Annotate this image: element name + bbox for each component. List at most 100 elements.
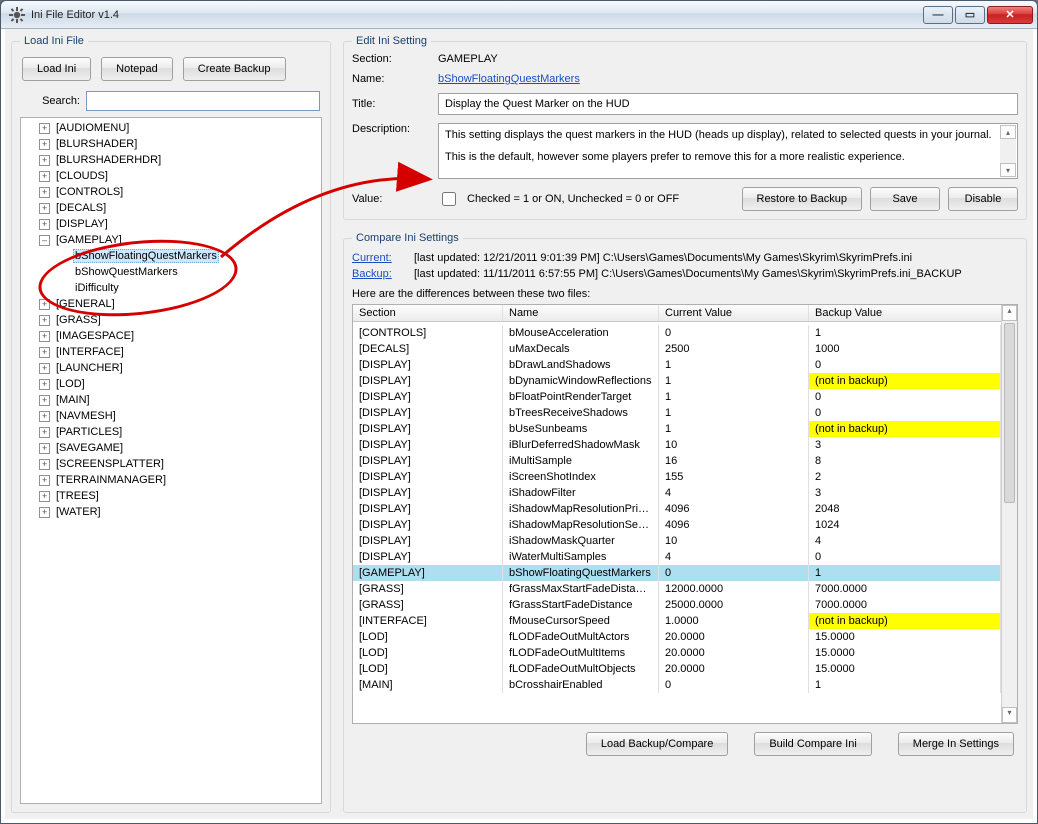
tree-expander-icon[interactable]: +: [39, 187, 50, 198]
tree-item[interactable]: +[TREES]: [21, 488, 321, 504]
tree-expander-icon[interactable]: +: [39, 347, 50, 358]
tree-expander-icon[interactable]: +: [39, 379, 50, 390]
tree-item[interactable]: +[IMAGESPACE]: [21, 328, 321, 344]
tree-expander-icon[interactable]: +: [39, 219, 50, 230]
tree-item[interactable]: +[GENERAL]: [21, 296, 321, 312]
table-row[interactable]: [GRASS]fGrassStartFadeDistance25000.0000…: [353, 597, 1001, 613]
diff-table[interactable]: Section Name Current Value Backup Value …: [352, 304, 1018, 724]
tree-item[interactable]: +[DECALS]: [21, 200, 321, 216]
tree-item[interactable]: +[MAIN]: [21, 392, 321, 408]
maximize-button[interactable]: ▭: [955, 6, 985, 24]
tree-item[interactable]: +[WATER]: [21, 504, 321, 520]
tree-item[interactable]: +[SCREENSPLATTER]: [21, 456, 321, 472]
table-row[interactable]: [DISPLAY]iScreenShotIndex1552: [353, 469, 1001, 485]
tree-expander-icon[interactable]: +: [39, 315, 50, 326]
table-row[interactable]: [MAIN]bCrosshairEnabled01: [353, 677, 1001, 693]
tree-expander-icon[interactable]: +: [39, 411, 50, 422]
current-file-link[interactable]: Current:: [352, 252, 408, 264]
tree-expander-icon[interactable]: +: [39, 491, 50, 502]
table-scrollbar[interactable]: ▴ ▾: [1001, 305, 1017, 723]
tree-expander-icon[interactable]: +: [39, 459, 50, 470]
table-row[interactable]: [DISPLAY]bUseSunbeams1(not in backup): [353, 421, 1001, 437]
table-row[interactable]: [DISPLAY]iWaterMultiSamples40: [353, 549, 1001, 565]
tree-item[interactable]: +[DISPLAY]: [21, 216, 321, 232]
table-row[interactable]: [DISPLAY]bDrawLandShadows10: [353, 357, 1001, 373]
close-button[interactable]: ✕: [987, 6, 1033, 24]
table-row[interactable]: [DISPLAY]bFloatPointRenderTarget10: [353, 389, 1001, 405]
title-input[interactable]: [438, 93, 1018, 115]
scroll-thumb[interactable]: [1004, 323, 1015, 503]
tree-expander-icon[interactable]: +: [39, 171, 50, 182]
merge-in-settings-button[interactable]: Merge In Settings: [898, 732, 1014, 756]
table-row[interactable]: [GRASS]fGrassMaxStartFadeDistance12000.0…: [353, 581, 1001, 597]
tree-item[interactable]: bShowFloatingQuestMarkers: [21, 248, 321, 264]
table-row[interactable]: [LOD]fLODFadeOutMultItems20.000015.0000: [353, 645, 1001, 661]
col-header-name[interactable]: Name: [503, 305, 659, 321]
notepad-button[interactable]: Notepad: [101, 57, 173, 81]
load-ini-button[interactable]: Load Ini: [22, 57, 91, 81]
tree-expander-icon[interactable]: –: [39, 235, 50, 246]
tree-expander-icon[interactable]: +: [39, 123, 50, 134]
ini-tree[interactable]: +[AUDIOMENU]+[BLURSHADER]+[BLURSHADERHDR…: [20, 117, 322, 804]
tree-item[interactable]: +[AUDIOMENU]: [21, 120, 321, 136]
tree-expander-icon[interactable]: +: [39, 139, 50, 150]
tree-expander-icon[interactable]: +: [39, 155, 50, 166]
load-backup-compare-button[interactable]: Load Backup/Compare: [586, 732, 729, 756]
table-row[interactable]: [DECALS]uMaxDecals25001000: [353, 341, 1001, 357]
search-input[interactable]: [86, 91, 320, 111]
diff-table-header[interactable]: Section Name Current Value Backup Value: [353, 305, 1017, 322]
table-row[interactable]: [LOD]fLODFadeOutMultObjects20.000015.000…: [353, 661, 1001, 677]
scroll-down-icon[interactable]: ▾: [1002, 707, 1017, 723]
tree-expander-icon[interactable]: +: [39, 427, 50, 438]
col-header-current[interactable]: Current Value: [659, 305, 809, 321]
table-row[interactable]: [DISPLAY]iShadowMapResolutionPrim...4096…: [353, 501, 1001, 517]
value-checkbox[interactable]: [442, 192, 456, 206]
scroll-up-icon[interactable]: ▴: [1002, 305, 1017, 321]
tree-item[interactable]: +[SAVEGAME]: [21, 440, 321, 456]
tree-expander-icon[interactable]: +: [39, 331, 50, 342]
table-row[interactable]: [DISPLAY]iShadowFilter43: [353, 485, 1001, 501]
backup-file-link[interactable]: Backup:: [352, 268, 408, 280]
tree-item[interactable]: +[BLURSHADER]: [21, 136, 321, 152]
restore-backup-button[interactable]: Restore to Backup: [742, 187, 863, 211]
tree-item[interactable]: +[BLURSHADERHDR]: [21, 152, 321, 168]
create-backup-button[interactable]: Create Backup: [183, 57, 286, 81]
tree-item[interactable]: +[INTERFACE]: [21, 344, 321, 360]
description-textarea[interactable]: This setting displays the quest markers …: [438, 123, 1018, 179]
table-row[interactable]: [DISPLAY]bTreesReceiveShadows10: [353, 405, 1001, 421]
table-row[interactable]: [DISPLAY]iMultiSample168: [353, 453, 1001, 469]
tree-expander-icon[interactable]: +: [39, 443, 50, 454]
tree-expander-icon[interactable]: +: [39, 475, 50, 486]
tree-item[interactable]: +[NAVMESH]: [21, 408, 321, 424]
table-row[interactable]: [INTERFACE]fMouseCursorSpeed1.0000(not i…: [353, 613, 1001, 629]
table-row[interactable]: [CONTROLS]bMouseAcceleration01: [353, 325, 1001, 341]
name-link[interactable]: bShowFloatingQuestMarkers: [438, 73, 580, 85]
tree-item[interactable]: +[LOD]: [21, 376, 321, 392]
col-header-backup[interactable]: Backup Value: [809, 305, 1017, 321]
tree-expander-icon[interactable]: +: [39, 363, 50, 374]
tree-item[interactable]: +[PARTICLES]: [21, 424, 321, 440]
tree-item[interactable]: +[CLOUDS]: [21, 168, 321, 184]
table-row[interactable]: [LOD]fLODFadeOutMultActors20.000015.0000: [353, 629, 1001, 645]
minimize-button[interactable]: —: [923, 6, 953, 24]
tree-expander-icon[interactable]: +: [39, 395, 50, 406]
col-header-section[interactable]: Section: [353, 305, 503, 321]
table-row[interactable]: [DISPLAY]iShadowMapResolutionSec...40961…: [353, 517, 1001, 533]
tree-item[interactable]: –[GAMEPLAY]: [21, 232, 321, 248]
tree-item[interactable]: +[GRASS]: [21, 312, 321, 328]
description-scrollbar[interactable]: ▴▾: [1000, 125, 1016, 177]
build-compare-ini-button[interactable]: Build Compare Ini: [754, 732, 871, 756]
tree-item[interactable]: iDifficulty: [21, 280, 321, 296]
disable-button[interactable]: Disable: [948, 187, 1018, 211]
tree-item[interactable]: +[CONTROLS]: [21, 184, 321, 200]
tree-expander-icon[interactable]: +: [39, 507, 50, 518]
tree-item[interactable]: +[TERRAINMANAGER]: [21, 472, 321, 488]
table-row[interactable]: [DISPLAY]bDynamicWindowReflections1(not …: [353, 373, 1001, 389]
table-row[interactable]: [DISPLAY]iBlurDeferredShadowMask103: [353, 437, 1001, 453]
table-row[interactable]: [GAMEPLAY]bShowFloatingQuestMarkers01: [353, 565, 1001, 581]
save-button[interactable]: Save: [870, 187, 940, 211]
table-row[interactable]: [DISPLAY]iShadowMaskQuarter104: [353, 533, 1001, 549]
tree-expander-icon[interactable]: +: [39, 299, 50, 310]
tree-item[interactable]: bShowQuestMarkers: [21, 264, 321, 280]
tree-item[interactable]: +[LAUNCHER]: [21, 360, 321, 376]
